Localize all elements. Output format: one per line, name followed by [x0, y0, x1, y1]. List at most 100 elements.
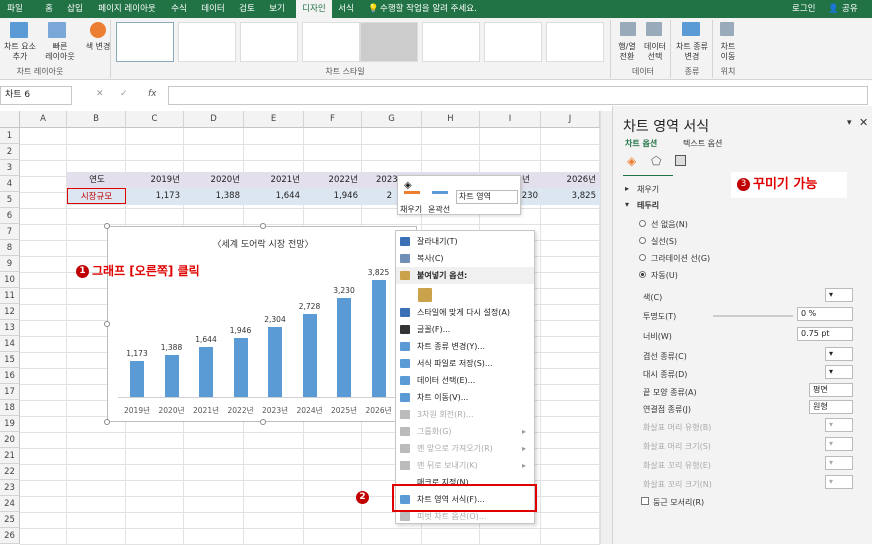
chart-bar[interactable] [199, 346, 213, 397]
chart-bar[interactable] [268, 326, 282, 397]
row-header[interactable]: 3 [0, 160, 20, 176]
radio-no-line[interactable] [639, 220, 646, 227]
resize-handle[interactable] [260, 419, 266, 425]
table-header-label[interactable]: 연도 [68, 172, 126, 188]
end-arrow-dropdown[interactable]: ▾ [825, 456, 853, 470]
table-value[interactable]: 1,644 [244, 188, 304, 204]
row-header[interactable]: 15 [0, 352, 20, 368]
row-header[interactable]: 12 [0, 304, 20, 320]
change-chart-type-button[interactable]: 차트 종류 변경 [672, 42, 712, 62]
column-header[interactable]: D [184, 111, 244, 128]
tell-me-input[interactable]: 수행할 작업을 알려 주세요. [380, 0, 510, 18]
chart-style-5[interactable] [360, 22, 418, 62]
vertical-scrollbar[interactable] [600, 111, 612, 544]
resize-handle[interactable] [104, 321, 110, 327]
plot-area[interactable]: 1,173 2019년 1,388 2020년 1,644 2021년 1,946 2022년… [108, 227, 418, 423]
row-header[interactable]: 9 [0, 256, 20, 272]
column-header[interactable]: B [67, 111, 126, 128]
table-year[interactable]: 2023 [362, 172, 398, 188]
chart-style-6[interactable] [422, 22, 480, 62]
radio-automatic[interactable] [639, 271, 646, 278]
row-header[interactable]: 14 [0, 336, 20, 352]
row-header[interactable]: 18 [0, 400, 20, 416]
row-header[interactable]: 8 [0, 240, 20, 256]
tab-file[interactable]: 파일 [0, 0, 30, 18]
select-all-corner[interactable] [0, 111, 20, 128]
name-box[interactable]: 차트 6 [0, 86, 72, 105]
row-header[interactable]: 2 [0, 144, 20, 160]
end-size-dropdown[interactable]: ▾ [825, 475, 853, 489]
chart-bar[interactable] [337, 298, 351, 397]
table-value[interactable]: 2 [362, 188, 396, 204]
column-header[interactable]: C [126, 111, 184, 128]
context-menu-item[interactable] [396, 284, 534, 304]
table-value-label[interactable]: 시장규모 [67, 188, 126, 204]
select-data-button[interactable]: 데이터 선택 [640, 42, 670, 62]
bar-data-label[interactable]: 2,304 [255, 315, 295, 324]
radio-solid-line[interactable] [639, 237, 646, 244]
context-menu-item[interactable]: 잘라내기(T) [396, 233, 534, 250]
context-menu-item[interactable]: 서식 파일로 저장(S)... [396, 355, 534, 372]
size-properties-icon[interactable] [675, 155, 686, 166]
move-chart-button[interactable]: 차트 이동 [714, 42, 742, 62]
login-link[interactable]: 로그인 [792, 0, 815, 18]
row-header[interactable]: 4 [0, 176, 20, 192]
row-header[interactable]: 19 [0, 416, 20, 432]
row-header[interactable]: 11 [0, 288, 20, 304]
tab-design[interactable]: 디자인 [296, 0, 332, 18]
pane-close-icon[interactable]: ✕ [859, 116, 868, 129]
tab-text-options[interactable]: 텍스트 옵션 [683, 138, 722, 149]
row-header[interactable]: 17 [0, 384, 20, 400]
row-header[interactable]: 20 [0, 432, 20, 448]
quick-layout-button[interactable]: 빠른 레이아웃 [38, 42, 82, 62]
column-header[interactable]: G [362, 111, 422, 128]
tab-data[interactable]: 데이터 [196, 0, 230, 18]
context-menu-item[interactable]: 복사(C) [396, 250, 534, 267]
context-menu-item[interactable]: 글꼴(F)... [396, 321, 534, 338]
column-header[interactable]: I [480, 111, 541, 128]
chart-bar[interactable] [130, 361, 144, 397]
effects-icon[interactable]: ⬠ [651, 154, 661, 168]
chart-element-dropdown[interactable]: 차트 영역 [456, 190, 518, 204]
resize-handle[interactable] [260, 223, 266, 229]
color-picker[interactable]: ▾ [825, 288, 853, 302]
row-header[interactable]: 22 [0, 464, 20, 480]
table-year[interactable]: 2022년 [304, 172, 362, 188]
bar-data-label[interactable]: 3,825 [359, 268, 399, 277]
column-header[interactable]: F [304, 111, 362, 128]
bar-data-label[interactable]: 2,728 [290, 302, 330, 311]
row-header[interactable]: 10 [0, 272, 20, 288]
share-button[interactable]: 공유 [842, 0, 858, 18]
row-header[interactable]: 21 [0, 448, 20, 464]
chart-style-7[interactable] [484, 22, 542, 62]
context-menu-item[interactable]: 붙여넣기 옵션: [396, 267, 534, 284]
row-header[interactable]: 23 [0, 480, 20, 496]
row-header[interactable]: 13 [0, 320, 20, 336]
context-menu-item[interactable]: 차트 종류 변경(Y)... [396, 338, 534, 355]
chart-style-8[interactable] [546, 22, 604, 62]
table-year[interactable]: 2020년 [184, 172, 244, 188]
table-year-partial[interactable]: 년 [522, 172, 542, 188]
cancel-icon[interactable]: ✕ [96, 89, 104, 99]
fill-section-arrow[interactable]: ▸ [625, 184, 629, 193]
chart-bar[interactable] [371, 280, 386, 397]
tab-chart-options[interactable]: 차트 옵션 [625, 138, 657, 149]
resize-handle[interactable] [104, 419, 110, 425]
context-menu-item[interactable]: 차트 이동(V)... [396, 389, 534, 406]
cap-type-dropdown[interactable]: 평면 [809, 383, 853, 397]
tab-page-layout[interactable]: 페이지 레이아웃 [92, 0, 162, 18]
tab-format[interactable]: 서식 [334, 0, 358, 18]
context-menu-item[interactable]: 데이터 선택(E)... [396, 372, 534, 389]
table-value[interactable]: 1,946 [304, 188, 362, 204]
tab-home[interactable]: 홈 [38, 0, 60, 18]
table-value[interactable]: 1,388 [184, 188, 244, 204]
table-value[interactable]: 1,173 [126, 188, 184, 204]
begin-size-dropdown[interactable]: ▾ [825, 437, 853, 451]
insert-function-icon[interactable]: fx [148, 89, 157, 99]
row-header[interactable]: 6 [0, 208, 20, 224]
tab-view[interactable]: 보기 [264, 0, 290, 18]
join-type-dropdown[interactable]: 원형 [809, 400, 853, 414]
resize-handle[interactable] [104, 223, 110, 229]
border-section[interactable]: 테두리 [637, 200, 659, 211]
row-header[interactable]: 5 [0, 192, 20, 208]
